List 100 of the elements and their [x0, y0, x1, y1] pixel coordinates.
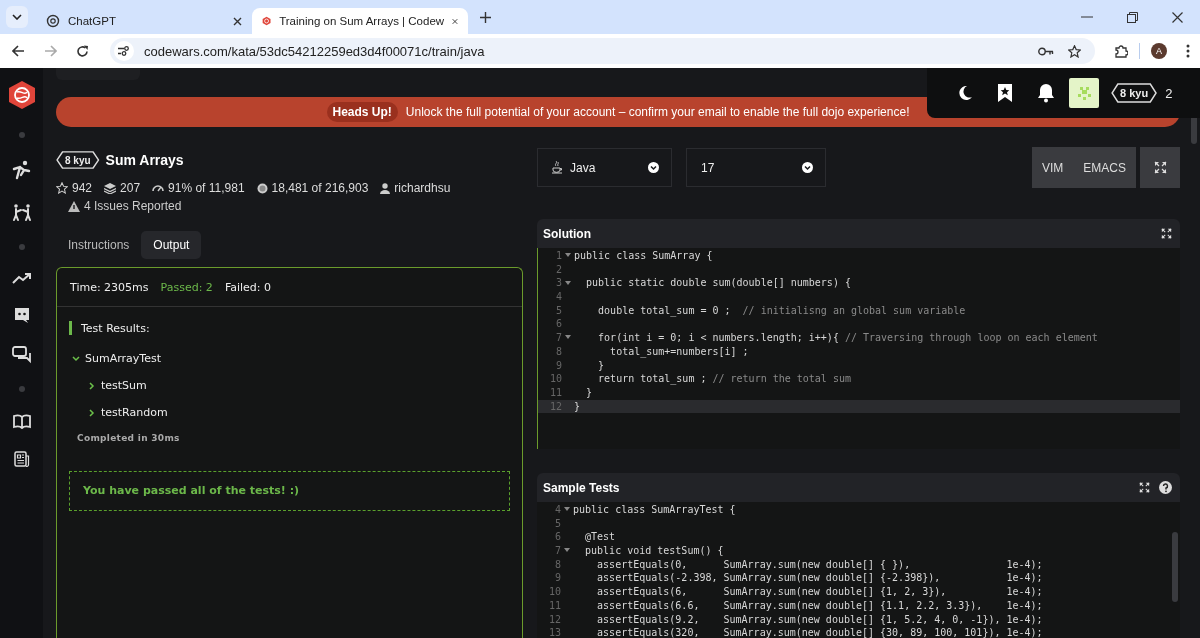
version-select[interactable]: 17	[686, 148, 826, 187]
back-arrow-icon[interactable]	[12, 45, 25, 57]
fullscreen-icon	[1153, 161, 1167, 174]
key-icon[interactable]	[1038, 46, 1054, 56]
code-line: assertEquals(320, SumArray.sum(new double[] {30, 89, 100, 101}), 1e-4);	[596, 626, 1043, 638]
kata-stat: 18,481 of 216,903	[271, 181, 369, 195]
line-number: 7	[553, 544, 561, 558]
line-number: 4	[554, 290, 562, 304]
nav-dot-icon	[18, 386, 25, 392]
close-icon[interactable]	[233, 16, 242, 26]
bookmark-star-icon[interactable]	[997, 83, 1013, 103]
chat-bubble-icon[interactable]	[12, 306, 31, 324]
reload-icon[interactable]	[76, 44, 89, 58]
stack-icon[interactable]	[104, 182, 117, 194]
profile-avatar[interactable]: A	[1151, 43, 1167, 59]
person-icon	[380, 182, 391, 194]
dropdown-icon	[802, 162, 813, 173]
code-line: assertEquals(-2.398, SumArray.sum(new double[] {-2.398}), 1e-4);	[596, 571, 1043, 586]
code-line: @Test	[584, 530, 616, 545]
browser-tab[interactable]: Training on Sum Arrays | Codew	[252, 8, 468, 34]
editor-mode-button[interactable]: EMACS	[1073, 147, 1136, 188]
tab-search-button[interactable]	[6, 6, 28, 28]
new-tab-icon[interactable]	[480, 11, 491, 23]
chat-bubbles-icon[interactable]	[11, 346, 32, 364]
editor-mode-button[interactable]: VIM	[1031, 147, 1074, 188]
line-number: 10	[547, 585, 561, 599]
passed-count: Passed: 2	[160, 280, 213, 294]
line-number: 10	[548, 372, 562, 386]
run-time: Time: 2305ms	[70, 280, 149, 294]
code-line: double total_sum = 0 ; // initialisng an global sum variable	[597, 303, 966, 318]
close-icon[interactable]	[1172, 11, 1183, 23]
running-figure-icon[interactable]	[11, 160, 32, 180]
kata-stat: 91% of 11,981	[168, 181, 245, 195]
newspaper-icon[interactable]	[13, 451, 30, 467]
site-settings-icon[interactable]	[114, 41, 134, 61]
code-line: }	[597, 358, 605, 373]
line-number: 2	[554, 262, 562, 277]
code-line: public static double sum(double[] numbers) {	[585, 276, 851, 291]
scrollbar-thumb[interactable]	[1172, 532, 1178, 602]
fold-arrow-icon[interactable]	[564, 507, 570, 513]
bell-icon[interactable]	[1037, 83, 1055, 103]
test-case[interactable]: testSum	[101, 379, 147, 392]
status-bar-marker	[69, 321, 72, 335]
code-line: for(int i = 0; i < numbers.length; i++){ // Traversing through loop on each element	[597, 331, 1098, 345]
codewars-logo-icon[interactable]	[7, 80, 36, 110]
kata-stat: 942	[72, 181, 93, 195]
test-group[interactable]: SumArrayTest	[85, 352, 161, 365]
code-editor[interactable]	[538, 248, 1180, 414]
help-icon[interactable]	[1159, 481, 1172, 494]
codewars-logo-icon	[262, 14, 272, 28]
chevron-icon[interactable]	[88, 408, 96, 417]
panel-tab[interactable]: Output	[141, 231, 202, 259]
warning-icon	[68, 200, 80, 212]
sparring-figures-icon[interactable]	[11, 202, 32, 222]
line-number: 13	[547, 626, 561, 638]
honor-count: 2	[1165, 85, 1173, 101]
kata-title: Sum Arrays	[105, 152, 184, 168]
line-number: 8	[553, 557, 561, 572]
fullscreen-button[interactable]	[1140, 147, 1180, 188]
fold-arrow-icon[interactable]	[565, 280, 571, 286]
line-number: 5	[554, 303, 562, 318]
line-number: 3	[554, 276, 562, 291]
code-line: public class SumArray {	[574, 249, 713, 263]
line-number: 6	[553, 530, 561, 545]
puzzle-piece-icon[interactable]	[1114, 44, 1128, 58]
code-line: assertEquals(0, SumArray.sum(new double[] { }), 1e-4);	[596, 557, 1043, 572]
fold-arrow-icon[interactable]	[564, 548, 570, 554]
code-line: public void testSum() {	[584, 544, 724, 558]
fullscreen-icon[interactable]	[1139, 482, 1150, 493]
trend-up-icon[interactable]	[11, 272, 32, 284]
test-case[interactable]: testRandom	[101, 406, 168, 419]
open-book-icon[interactable]	[12, 414, 31, 429]
chevron-icon[interactable]	[72, 354, 80, 363]
browser-tab[interactable]: ChatGPT	[36, 8, 252, 34]
issues-link[interactable]: 4 Issues Reported	[84, 199, 182, 213]
code-line: assertEquals(9.2, SumArray.sum(new double[] {1, 5.2, 4, 0, -1}), 1e-4);	[596, 612, 1043, 627]
panel-tab[interactable]: Instructions	[56, 231, 142, 259]
more-menu-icon[interactable]	[1186, 44, 1190, 58]
code-line: }	[585, 385, 593, 400]
restore-icon[interactable]	[1127, 11, 1138, 23]
line-number: 6	[554, 317, 562, 332]
line-number: 9	[553, 571, 561, 586]
line-number: 7	[554, 331, 562, 345]
star-icon[interactable]	[1068, 44, 1081, 58]
fullscreen-icon[interactable]	[1161, 228, 1172, 239]
code-line: total_sum+=numbers[i] ;	[609, 344, 749, 359]
line-number: 12	[547, 612, 561, 627]
language-select[interactable]: Java	[537, 148, 672, 187]
line-number: 8	[554, 344, 562, 359]
fold-arrow-icon[interactable]	[565, 253, 571, 259]
completed-time: Completed in 30ms	[77, 433, 181, 443]
fold-arrow-icon[interactable]	[565, 335, 571, 341]
kata-stat[interactable]: richardhsu	[394, 181, 451, 195]
panel-title: Solution	[543, 226, 591, 241]
panel-title: Sample Tests	[543, 480, 620, 495]
line-number: 11	[547, 598, 561, 613]
results-title: Test Results:	[81, 321, 150, 335]
chevron-icon[interactable]	[88, 381, 96, 390]
line-number: 11	[548, 385, 562, 400]
address-bar[interactable]: codewars.com/kata/53dc54212259ed3d4f00071c/train/java	[110, 38, 1095, 64]
